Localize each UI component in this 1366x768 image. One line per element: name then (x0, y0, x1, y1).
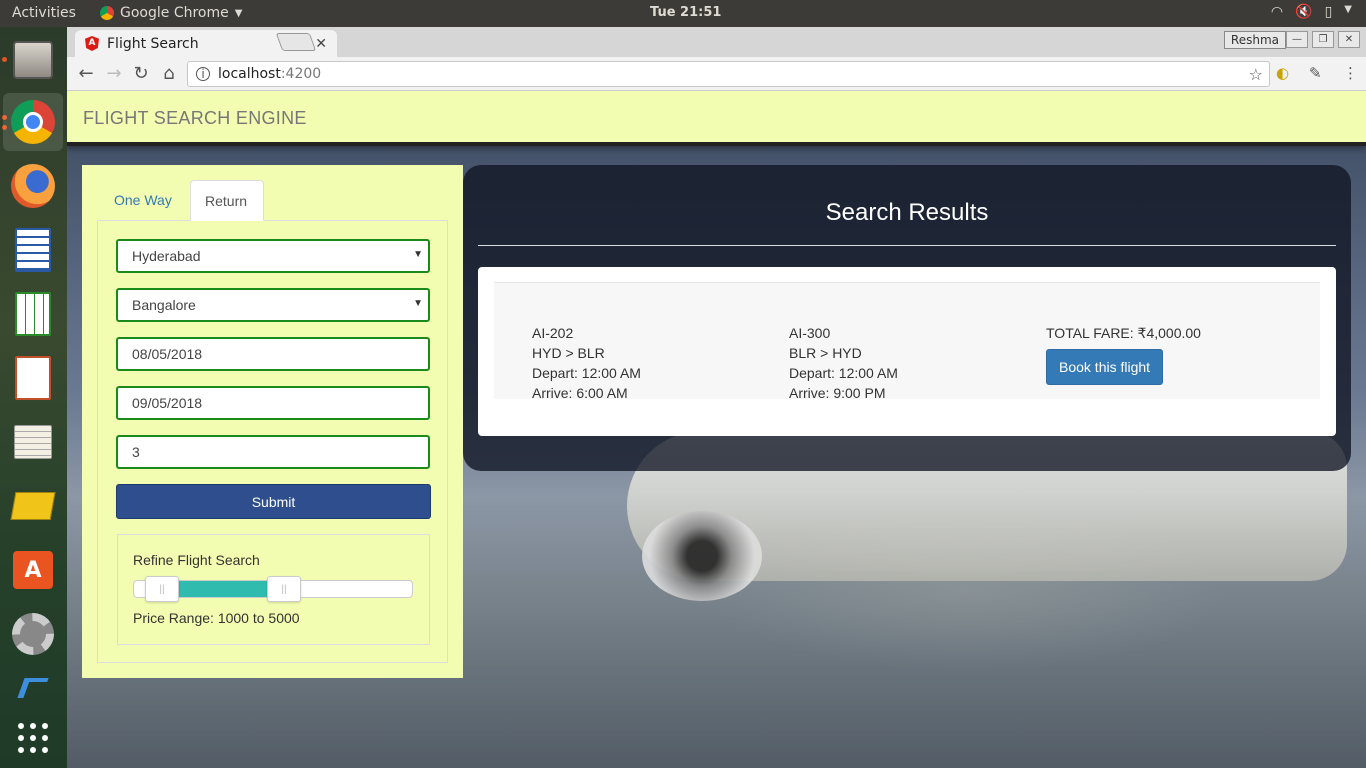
notes-icon[interactable] (8, 481, 58, 531)
address-bar[interactable]: i localhost :4200 ☆ (187, 61, 1270, 87)
back-icon[interactable]: ← (75, 63, 97, 84)
info-icon[interactable]: i (196, 67, 210, 81)
refine-title: Refine Flight Search (133, 552, 260, 568)
close-icon[interactable]: ✕ (315, 36, 327, 52)
divider (478, 245, 1336, 246)
price-range-label: Price Range: 1000 to 5000 (133, 610, 300, 626)
chevron-down-icon: ▼ (1344, 4, 1352, 15)
dock: A (0, 27, 67, 768)
calc-icon[interactable] (8, 289, 58, 339)
vscode-icon[interactable] (8, 673, 58, 703)
tab-return[interactable]: Return (190, 180, 264, 221)
menu-dots-icon[interactable]: ⋮ (1343, 64, 1358, 82)
destination-select[interactable]: Bangalore ▼ (116, 288, 430, 322)
refine-panel: Refine Flight Search || || Price Range: … (117, 534, 430, 645)
settings-icon[interactable] (8, 609, 58, 659)
inbound-flight-number: AI-300 (789, 325, 831, 341)
fare-column: TOTAL FARE: ₹4,000.00 Book this flight (1046, 323, 1201, 385)
trip-type-tabs: One Way Return (98, 180, 448, 221)
firefox-icon[interactable] (8, 161, 58, 211)
battery-icon: ▯ (1324, 4, 1333, 20)
background-engine (642, 511, 762, 601)
origin-value: Hyderabad (132, 248, 201, 264)
results-title: Search Results (825, 199, 989, 226)
inbound-depart: Depart: 12:00 AM (789, 365, 898, 381)
clock[interactable]: Tue 21:51 (650, 5, 721, 20)
volume-icon: 🔇 (1295, 4, 1313, 20)
url-host: localhost (218, 66, 281, 82)
new-tab-button[interactable] (275, 33, 317, 51)
impress-icon[interactable] (8, 353, 58, 403)
app-menu-label: Google Chrome (120, 5, 229, 21)
bookmark-star-icon[interactable]: ☆ (1249, 65, 1263, 84)
search-form: Hyderabad ▼ Bangalore ▼ 08/05/2018 09/05… (97, 221, 448, 663)
submit-button[interactable]: Submit (116, 484, 431, 519)
app-brand[interactable]: FLIGHT SEARCH ENGINE (83, 108, 307, 129)
depart-date-input[interactable]: 08/05/2018 (116, 337, 430, 371)
system-top-bar: Activities Google Chrome ▼ Tue 21:51 ◠ 🔇… (0, 0, 1366, 27)
inbound-arrive: Arrive: 9:00 PM (789, 385, 886, 401)
outbound-depart: Depart: 12:00 AM (532, 365, 641, 381)
origin-select[interactable]: Hyderabad ▼ (116, 239, 430, 273)
outbound-flight: AI-202 HYD > BLR Depart: 12:00 AM Arrive… (532, 323, 641, 403)
slider-max-handle[interactable]: || (267, 576, 301, 602)
slider-min-handle[interactable]: || (145, 576, 179, 602)
maximize-button[interactable]: ❐ (1312, 31, 1334, 48)
results-panel: Search Results AI-202 HYD > BLR Depart: … (463, 165, 1351, 471)
text-editor-icon[interactable] (8, 417, 58, 467)
slider-fill (162, 581, 284, 597)
inbound-flight: AI-300 BLR > HYD Depart: 12:00 AM Arrive… (789, 323, 898, 403)
outbound-route: HYD > BLR (532, 345, 605, 361)
browser-tab-strip: A Flight Search ✕ Reshma — ❐ ✕ (67, 27, 1366, 57)
browser-tab-title: Flight Search (107, 35, 199, 52)
outbound-flight-number: AI-202 (532, 325, 574, 341)
show-apps-icon[interactable] (8, 713, 58, 763)
url-port: :4200 (280, 66, 322, 82)
chevron-down-icon: ▼ (413, 249, 423, 260)
result-card: AI-202 HYD > BLR Depart: 12:00 AM Arrive… (478, 267, 1336, 436)
home-icon[interactable]: ⌂ (158, 63, 180, 84)
chrome-dock-icon[interactable] (3, 93, 63, 151)
window-controls: — ❐ ✕ (1286, 31, 1360, 48)
software-center-icon[interactable]: A (8, 545, 58, 595)
moon-extension-icon[interactable]: ◐ (1276, 64, 1289, 82)
price-range-slider[interactable]: || || (133, 576, 413, 602)
app-menu[interactable]: Google Chrome ▼ (100, 5, 242, 21)
activities-button[interactable]: Activities (12, 5, 76, 21)
chevron-down-icon: ▼ (234, 7, 243, 19)
close-window-button[interactable]: ✕ (1338, 31, 1360, 48)
passengers-input[interactable]: 3 (116, 435, 430, 469)
destination-value: Bangalore (132, 297, 196, 313)
outbound-arrive: Arrive: 6:00 AM (532, 385, 628, 401)
inbound-route: BLR > HYD (789, 345, 862, 361)
profile-button[interactable]: Reshma (1223, 31, 1286, 49)
reload-icon[interactable]: ↻ (130, 63, 152, 84)
web-page: FLIGHT SEARCH ENGINE One Way Return Hyde… (67, 91, 1366, 768)
system-tray[interactable]: ◠ 🔇 ▯ ▼ (1271, 4, 1352, 20)
total-fare: TOTAL FARE: ₹4,000.00 (1046, 325, 1201, 341)
running-indicator (2, 57, 7, 62)
files-icon[interactable] (8, 35, 58, 85)
browser-toolbar: ← → ↻ ⌂ i localhost :4200 ☆ ◐ ✎ ⋮ (67, 57, 1366, 91)
book-flight-button[interactable]: Book this flight (1046, 349, 1164, 385)
eyedropper-extension-icon[interactable]: ✎ (1309, 64, 1322, 82)
angular-icon: A (85, 36, 99, 51)
writer-icon[interactable] (8, 225, 58, 275)
app-navbar: FLIGHT SEARCH ENGINE (67, 91, 1366, 146)
minimize-button[interactable]: — (1286, 31, 1308, 48)
result-row: AI-202 HYD > BLR Depart: 12:00 AM Arrive… (494, 282, 1320, 401)
tab-one-way[interactable]: One Way (100, 180, 186, 221)
chevron-down-icon: ▼ (413, 298, 423, 309)
return-date-input[interactable]: 09/05/2018 (116, 386, 430, 420)
chrome-icon (100, 6, 114, 20)
search-panel: One Way Return Hyderabad ▼ Bangalore ▼ 0… (82, 165, 463, 678)
wifi-icon: ◠ (1270, 4, 1284, 20)
forward-icon[interactable]: → (103, 63, 125, 84)
